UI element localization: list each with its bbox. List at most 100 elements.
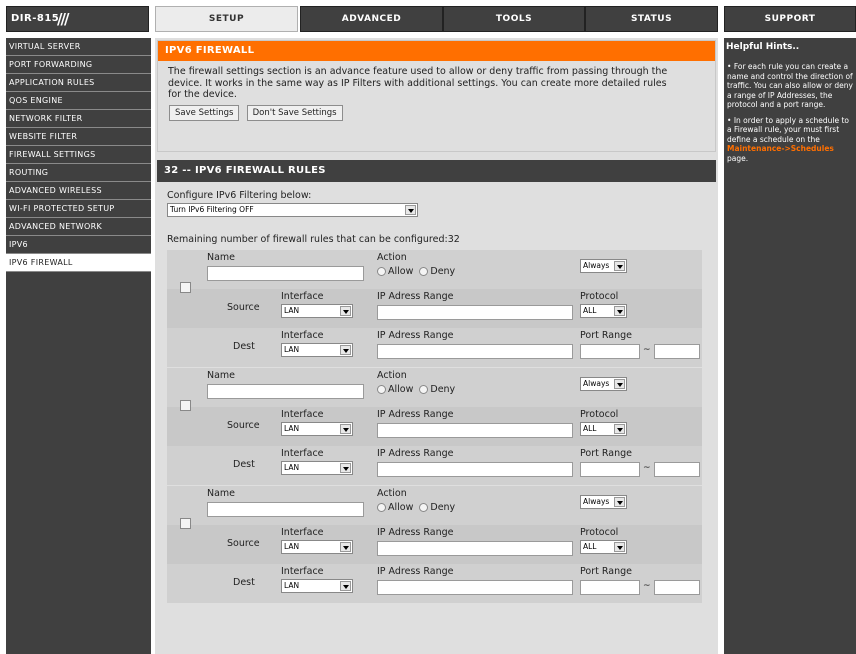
- chevron-down-icon: [614, 542, 625, 552]
- rule-name-input[interactable]: [207, 384, 364, 399]
- source-interface-select[interactable]: LAN: [281, 540, 353, 554]
- sidebar-item-application-rules[interactable]: APPLICATION RULES: [6, 74, 151, 92]
- source-interface-label: Interface: [281, 527, 324, 538]
- protocol-select[interactable]: ALL: [580, 422, 627, 436]
- sidebar-item-wifi-protected-setup[interactable]: WI-FI PROTECTED SETUP: [6, 200, 151, 218]
- dest-interface-select[interactable]: LAN: [281, 343, 353, 357]
- source-interface-label: Interface: [281, 409, 324, 420]
- dest-interface-label: Interface: [281, 330, 324, 341]
- deny-radio[interactable]: [419, 267, 429, 276]
- port-range-start-input[interactable]: [580, 580, 640, 595]
- rule-enable-checkbox[interactable]: [180, 400, 191, 411]
- sidebar-item-port-forwarding[interactable]: PORT FORWARDING: [6, 56, 151, 74]
- sidebar-item-qos-engine[interactable]: QOS ENGINE: [6, 92, 151, 110]
- protocol-label: Protocol: [580, 291, 619, 302]
- chevron-down-icon: [405, 205, 416, 215]
- schedule-select[interactable]: Always: [580, 259, 627, 273]
- protocol-select[interactable]: ALL: [580, 540, 627, 554]
- sidebar-item-advanced-wireless[interactable]: ADVANCED WIRELESS: [6, 182, 151, 200]
- sidebar-item-virtual-server[interactable]: VIRTUAL SERVER: [6, 38, 151, 56]
- source-ip-range-input[interactable]: [377, 423, 573, 438]
- chevron-down-icon: [614, 379, 625, 389]
- protocol-select[interactable]: ALL: [580, 304, 627, 318]
- ipv6-filtering-select[interactable]: Turn IPv6 Filtering OFF: [167, 203, 418, 217]
- chevron-down-icon: [340, 345, 351, 355]
- protocol-select-value: ALL: [583, 306, 597, 315]
- help-body: • For each rule you can create a name an…: [724, 56, 856, 163]
- sidebar-item-ipv6[interactable]: IPV6: [6, 236, 151, 254]
- rule-name-input[interactable]: [207, 502, 364, 517]
- allow-radio[interactable]: [377, 385, 386, 394]
- port-range-separator: ~: [643, 463, 651, 473]
- sidebar: VIRTUAL SERVER PORT FORWARDING APPLICATI…: [6, 38, 151, 654]
- rules-section-title: 32 -- IPV6 FIREWALL RULES: [157, 160, 716, 182]
- sidebar-item-ipv6-firewall[interactable]: IPV6 FIREWALL: [6, 254, 151, 272]
- rule-dest-row: Dest Interface LAN IP Adress Range Port Rang…: [167, 446, 702, 485]
- port-range-end-input[interactable]: [654, 344, 700, 359]
- port-range-end-input[interactable]: [654, 580, 700, 595]
- source-label: Source: [227, 420, 260, 431]
- rule-name-row: Name Action Allow Deny Always: [167, 486, 702, 525]
- sidebar-item-firewall-settings[interactable]: FIREWALL SETTINGS: [6, 146, 151, 164]
- rule-enable-checkbox[interactable]: [180, 282, 191, 293]
- dest-ip-range-input[interactable]: [377, 344, 573, 359]
- dest-interface-select[interactable]: LAN: [281, 461, 353, 475]
- port-range-end-input[interactable]: [654, 462, 700, 477]
- deny-radio[interactable]: [419, 385, 429, 394]
- rule-enable-checkbox[interactable]: [180, 518, 191, 529]
- rule-source-row: Source Interface LAN IP Adress Range Protoco…: [167, 282, 702, 328]
- source-interface-select-value: LAN: [284, 306, 300, 315]
- save-settings-button[interactable]: Save Settings: [169, 104, 240, 121]
- dest-ip-range-label: IP Adress Range: [377, 330, 454, 341]
- dest-ip-range-input[interactable]: [377, 462, 573, 477]
- deny-radio[interactable]: [419, 503, 429, 512]
- source-label: Source: [227, 538, 260, 549]
- chevron-down-icon: [614, 306, 625, 316]
- tab-advanced[interactable]: ADVANCED: [300, 6, 443, 32]
- action-radio-group: Allow Deny: [377, 266, 455, 277]
- allow-radio[interactable]: [377, 503, 386, 512]
- allow-label: Allow: [388, 502, 414, 513]
- tab-status[interactable]: STATUS: [585, 6, 718, 32]
- schedule-select[interactable]: Always: [580, 495, 627, 509]
- help-panel: Helpful Hints.. • For each rule you can …: [724, 38, 856, 654]
- tab-setup[interactable]: SETUP: [155, 6, 298, 32]
- action-buttons: Save Settings Don't Save Settings: [158, 104, 715, 121]
- remaining-rules-label: Remaining number of firewall rules that …: [167, 234, 460, 245]
- source-ip-range-label: IP Adress Range: [377, 291, 454, 302]
- intro-panel: IPV6 FIREWALL The firewall settings sect…: [157, 40, 716, 152]
- tab-support[interactable]: SUPPORT: [724, 6, 856, 32]
- rule-name-row: Name Action Allow Deny Always: [167, 368, 702, 407]
- dest-interface-select-value: LAN: [284, 463, 300, 472]
- port-range-start-input[interactable]: [580, 344, 640, 359]
- source-ip-range-label: IP Adress Range: [377, 527, 454, 538]
- ipv6-filtering-value: Turn IPv6 Filtering OFF: [170, 205, 254, 214]
- firewall-rule: Name Action Allow Deny Always Source Interface…: [167, 250, 702, 367]
- source-ip-range-input[interactable]: [377, 305, 573, 320]
- schedule-select-value: Always: [583, 261, 610, 270]
- port-range-start-input[interactable]: [580, 462, 640, 477]
- sidebar-item-advanced-network[interactable]: ADVANCED NETWORK: [6, 218, 151, 236]
- deny-label: Deny: [430, 502, 456, 513]
- help-hint-2-text: In order to apply a schedule to a Firewa…: [727, 115, 849, 144]
- section-title: IPV6 FIREWALL: [158, 41, 715, 61]
- source-interface-select[interactable]: LAN: [281, 422, 353, 436]
- allow-radio[interactable]: [377, 267, 386, 276]
- schedule-select-value: Always: [583, 379, 610, 388]
- rule-name-input[interactable]: [207, 266, 364, 281]
- dest-interface-select[interactable]: LAN: [281, 579, 353, 593]
- dont-save-settings-button[interactable]: Don't Save Settings: [246, 104, 343, 121]
- protocol-select-value: ALL: [583, 424, 597, 433]
- port-range-separator: ~: [643, 345, 651, 355]
- help-hint-2-end: page.: [727, 153, 749, 163]
- sidebar-item-routing[interactable]: ROUTING: [6, 164, 151, 182]
- source-ip-range-input[interactable]: [377, 541, 573, 556]
- source-interface-select[interactable]: LAN: [281, 304, 353, 318]
- sidebar-item-website-filter[interactable]: WEBSITE FILTER: [6, 128, 151, 146]
- maintenance-schedules-link[interactable]: Maintenance->Schedules: [727, 144, 834, 153]
- tab-tools[interactable]: TOOLS: [443, 6, 585, 32]
- sidebar-item-network-filter[interactable]: NETWORK FILTER: [6, 110, 151, 128]
- dest-ip-range-input[interactable]: [377, 580, 573, 595]
- schedule-select[interactable]: Always: [580, 377, 627, 391]
- source-interface-select-value: LAN: [284, 542, 300, 551]
